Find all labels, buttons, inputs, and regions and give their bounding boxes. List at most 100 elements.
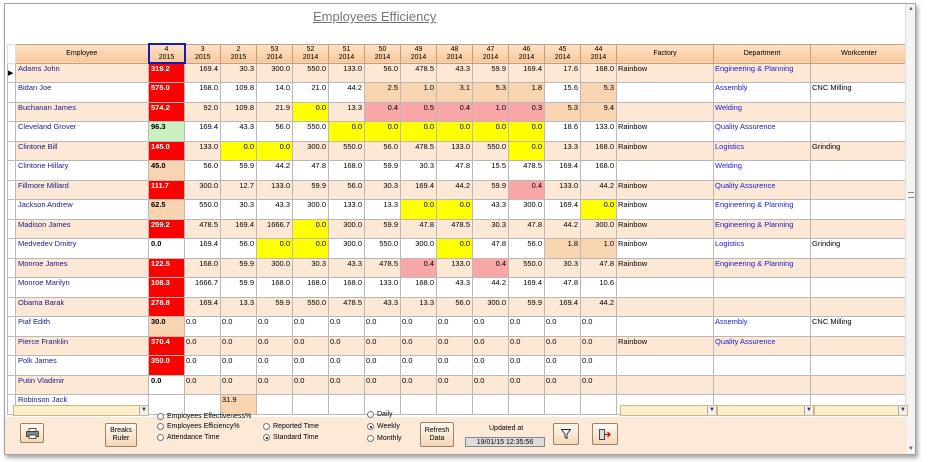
- efficiency-cell[interactable]: 550.0: [508, 257, 545, 278]
- employee-name[interactable]: Clintone Bill: [15, 140, 149, 161]
- radio[interactable]: [263, 434, 270, 441]
- employee-name[interactable]: Monroe Marilyn: [15, 277, 149, 298]
- efficiency-cell[interactable]: 0.0: [472, 335, 509, 356]
- workcenter-cell[interactable]: [810, 101, 908, 122]
- efficiency-cell[interactable]: 168.0: [328, 160, 365, 181]
- efficiency-cell[interactable]: 30.3: [472, 218, 509, 239]
- efficiency-cell[interactable]: 13.3: [364, 199, 401, 220]
- factory-cell[interactable]: [616, 296, 714, 317]
- efficiency-cell[interactable]: 47.8: [508, 218, 545, 239]
- table-row[interactable]: Obama Barak 278.8 169.4 13.3 59.9 550.0 478.5 4…: [7, 296, 908, 317]
- workcenter-cell[interactable]: CNC Milling: [810, 82, 908, 103]
- header-week[interactable]: 50 2014: [364, 43, 401, 64]
- factory-cell[interactable]: [616, 316, 714, 337]
- opt-effectiveness[interactable]: Employees Effectiveness%: [157, 413, 251, 420]
- opt-attendance[interactable]: Attendance Time: [157, 434, 220, 441]
- efficiency-cell[interactable]: 300.0: [256, 62, 293, 83]
- efficiency-cell[interactable]: 0.4: [508, 179, 545, 200]
- efficiency-cell[interactable]: 169.4: [184, 62, 221, 83]
- row-indicator[interactable]: [7, 82, 16, 103]
- efficiency-cell[interactable]: 56.0: [220, 238, 257, 259]
- efficiency-cell[interactable]: 0.0: [544, 355, 581, 376]
- efficiency-cell[interactable]: 0.0: [256, 374, 293, 395]
- employee-name[interactable]: Buchanan James: [15, 101, 149, 122]
- efficiency-cell[interactable]: 0.0: [544, 374, 581, 395]
- efficiency-cell[interactable]: 30.3: [364, 179, 401, 200]
- efficiency-cell[interactable]: 21.0: [292, 82, 329, 103]
- efficiency-cell[interactable]: 169.4: [184, 238, 221, 259]
- opt-reported-time[interactable]: Reported Time: [263, 423, 319, 430]
- efficiency-cell[interactable]: 1666.7: [256, 218, 293, 239]
- department-cell[interactable]: [713, 277, 811, 298]
- efficiency-cell[interactable]: 0.0: [436, 238, 473, 259]
- factory-cell[interactable]: [616, 82, 714, 103]
- department-cell[interactable]: Engineering & Planning: [713, 62, 811, 83]
- efficiency-cell[interactable]: 17.6: [544, 62, 581, 83]
- efficiency-cell[interactable]: 550.0: [472, 140, 509, 161]
- efficiency-cell[interactable]: 0.0: [580, 316, 617, 337]
- efficiency-cell[interactable]: 133.0: [184, 140, 221, 161]
- efficiency-cell[interactable]: 168.0: [184, 82, 221, 103]
- header-employee[interactable]: Employee: [15, 43, 149, 64]
- employee-name[interactable]: Monroe James: [15, 257, 149, 278]
- efficiency-cell[interactable]: 1.0: [472, 101, 509, 122]
- workcenter-cell[interactable]: Grinding: [810, 140, 908, 161]
- table-row[interactable]: Pierce Franklin 370.4 0.0 0.0 0.0 0.0 0.0 0.0 0.…: [7, 335, 908, 356]
- efficiency-cell[interactable]: 30.3: [544, 257, 581, 278]
- workcenter-cell[interactable]: [810, 355, 908, 376]
- filter-button[interactable]: [553, 423, 579, 445]
- efficiency-cell[interactable]: 478.5: [400, 140, 437, 161]
- efficiency-cell[interactable]: 111.7: [148, 179, 185, 200]
- row-indicator[interactable]: [7, 335, 16, 356]
- employee-name[interactable]: Putin Vladimir: [15, 374, 149, 395]
- efficiency-cell[interactable]: 0.0: [292, 218, 329, 239]
- header-week[interactable]: 4 2015: [147, 43, 186, 64]
- row-indicator[interactable]: [7, 101, 16, 122]
- efficiency-cell[interactable]: 0.0: [328, 316, 365, 337]
- efficiency-cell[interactable]: 59.9: [220, 257, 257, 278]
- exit-button[interactable]: [592, 423, 618, 445]
- efficiency-cell[interactable]: 574.2: [148, 101, 185, 122]
- efficiency-cell[interactable]: 0.0: [436, 335, 473, 356]
- efficiency-cell[interactable]: 0.3: [508, 101, 545, 122]
- efficiency-cell[interactable]: 133.0: [328, 199, 365, 220]
- efficiency-cell[interactable]: 0.0: [220, 355, 257, 376]
- efficiency-cell[interactable]: 0.0: [508, 355, 545, 376]
- department-cell[interactable]: Welding: [713, 160, 811, 181]
- efficiency-cell[interactable]: 43.3: [436, 277, 473, 298]
- radio[interactable]: [367, 435, 374, 442]
- efficiency-cell[interactable]: 0.0: [292, 101, 329, 122]
- department-cell[interactable]: Welding: [713, 101, 811, 122]
- efficiency-cell[interactable]: 478.5: [328, 296, 365, 317]
- efficiency-cell[interactable]: 59.9: [472, 62, 509, 83]
- efficiency-cell[interactable]: 47.8: [292, 160, 329, 181]
- efficiency-cell[interactable]: 1.8: [508, 82, 545, 103]
- efficiency-cell[interactable]: 43.3: [328, 257, 365, 278]
- efficiency-cell[interactable]: 56.0: [364, 62, 401, 83]
- efficiency-cell[interactable]: 0.0: [328, 374, 365, 395]
- header-week[interactable]: 48 2014: [436, 43, 473, 64]
- header-week[interactable]: 3 2015: [184, 43, 221, 64]
- efficiency-cell[interactable]: 9.4: [580, 101, 617, 122]
- efficiency-cell[interactable]: 56.0: [364, 140, 401, 161]
- row-indicator[interactable]: [7, 296, 16, 317]
- efficiency-cell[interactable]: 13.3: [328, 101, 365, 122]
- efficiency-cell[interactable]: 300.0: [292, 199, 329, 220]
- workcenter-cell[interactable]: [810, 179, 908, 200]
- efficiency-cell[interactable]: 0.0: [328, 335, 365, 356]
- efficiency-cell[interactable]: 0.0: [472, 374, 509, 395]
- employee-name[interactable]: Piaf Edith: [15, 316, 149, 337]
- efficiency-cell[interactable]: 30.3: [292, 257, 329, 278]
- employee-name[interactable]: Obama Barak: [15, 296, 149, 317]
- efficiency-cell[interactable]: 133.0: [436, 257, 473, 278]
- scroll-grip[interactable]: [908, 192, 914, 198]
- employee-name[interactable]: Fillmore Millard: [15, 179, 149, 200]
- table-row[interactable]: Cleveland Grover 96.3 169.4 43.3 56.0 550.0 0.…: [7, 121, 908, 142]
- efficiency-cell[interactable]: 0.0: [544, 335, 581, 356]
- efficiency-cell[interactable]: 0.0: [148, 374, 185, 395]
- workcenter-cell[interactable]: CNC Milling: [810, 316, 908, 337]
- efficiency-cell[interactable]: 133.0: [436, 140, 473, 161]
- efficiency-cell[interactable]: 0.0: [400, 121, 437, 142]
- employee-name[interactable]: Pierce Franklin: [15, 335, 149, 356]
- efficiency-cell[interactable]: 300.0: [400, 238, 437, 259]
